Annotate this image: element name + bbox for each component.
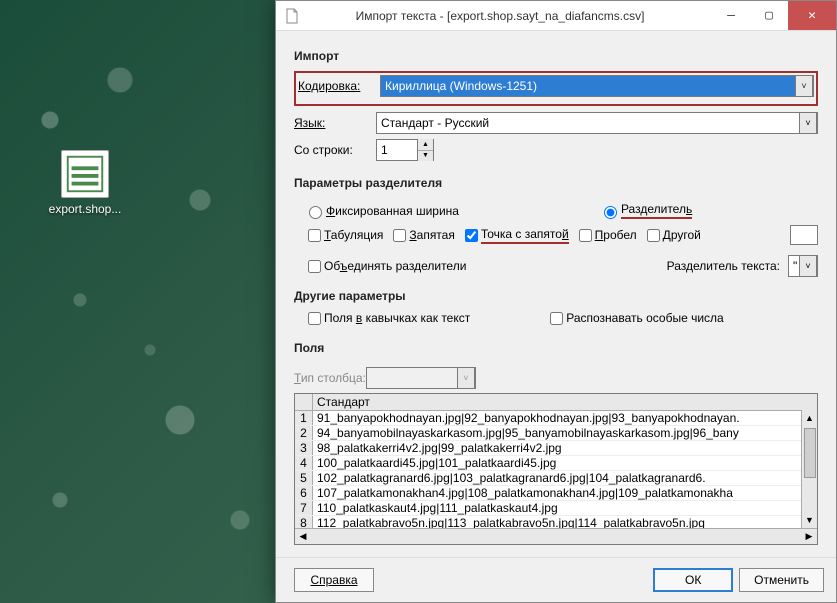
- scroll-thumb[interactable]: [804, 428, 816, 478]
- row-text: 107_palatkamonakhan4.jpg|108_palatkamona…: [313, 486, 737, 500]
- table-row[interactable]: 4100_palatkaardi45.jpg|101_palatkaardi45…: [295, 456, 817, 471]
- window-title: Импорт текста - [export.shop.sayt_na_dia…: [308, 9, 712, 23]
- scroll-down-icon[interactable]: ▼: [802, 512, 817, 528]
- close-button[interactable]: ✕: [788, 1, 836, 30]
- document-icon: [284, 8, 300, 24]
- fixed-width-radio[interactable]: Фиксированная ширина: [304, 203, 459, 219]
- column-header[interactable]: Стандарт: [313, 394, 817, 410]
- help-button[interactable]: Справка: [294, 568, 374, 592]
- line-number: 5: [295, 471, 313, 485]
- ok-button[interactable]: ОК: [653, 568, 733, 592]
- line-number: 7: [295, 501, 313, 515]
- row-text: 94_banyamobilnayaskarkasom.jpg|95_banyam…: [313, 426, 743, 440]
- line-number: 2: [295, 426, 313, 440]
- other-delimiter-input[interactable]: [790, 225, 818, 245]
- scroll-right-icon[interactable]: ▶: [801, 531, 817, 542]
- row-text: 98_palatkakerri4v2.jpg|99_palatkakerri4v…: [313, 441, 566, 455]
- separator-group-title: Параметры разделителя: [294, 176, 818, 190]
- space-checkbox[interactable]: Пробел: [579, 228, 637, 242]
- textsep-label: Разделитель текста:: [667, 259, 780, 273]
- desktop-file-label: export.shop...: [40, 202, 130, 216]
- language-select[interactable]: Стандарт - Русский ˅: [376, 112, 818, 134]
- table-row[interactable]: 398_palatkakerri4v2.jpg|99_palatkakerri4…: [295, 441, 817, 456]
- spinner-down-icon[interactable]: ▼: [418, 151, 433, 162]
- line-number: 6: [295, 486, 313, 500]
- horizontal-scrollbar[interactable]: ◀ ▶: [295, 528, 817, 544]
- encoding-highlight-box: Кодировка: Кириллица (Windows-1251) ˅: [294, 71, 818, 106]
- language-label: Язык:: [294, 116, 376, 130]
- table-row[interactable]: 191_banyapokhodnayan.jpg|92_banyapokhodn…: [295, 411, 817, 426]
- coltype-select: ˅: [366, 367, 476, 389]
- import-dialog: Импорт текста - [export.shop.sayt_na_dia…: [275, 0, 837, 603]
- semicolon-checkbox[interactable]: Точка с запятой: [465, 227, 569, 244]
- vertical-scrollbar[interactable]: ▲ ▼: [801, 410, 817, 528]
- preview-grid[interactable]: Стандарт 191_banyapokhodnayan.jpg|92_ban…: [294, 393, 818, 545]
- line-number: 1: [295, 411, 313, 425]
- other-group-title: Другие параметры: [294, 289, 818, 303]
- coltype-label: Тип столбца:: [294, 371, 366, 385]
- table-row[interactable]: 6107_palatkamonakhan4.jpg|108_palatkamon…: [295, 486, 817, 501]
- encoding-label: Кодировка:: [298, 79, 380, 93]
- cancel-button[interactable]: Отменить: [739, 568, 824, 592]
- fromrow-spinner[interactable]: 1 ▲ ▼: [376, 139, 434, 161]
- chevron-down-icon[interactable]: ˅: [799, 255, 817, 277]
- desktop-file-icon[interactable]: export.shop...: [40, 150, 130, 216]
- minimize-button[interactable]: –: [712, 1, 750, 30]
- comma-checkbox[interactable]: Запятая: [393, 228, 454, 242]
- scroll-left-icon[interactable]: ◀: [295, 531, 311, 542]
- fromrow-label: Со строки:: [294, 143, 376, 157]
- fields-group-title: Поля: [294, 341, 818, 355]
- spinner-up-icon[interactable]: ▲: [418, 139, 433, 151]
- merge-checkbox[interactable]: Объединять разделители: [308, 259, 466, 273]
- row-text: 100_palatkaardi45.jpg|101_palatkaardi45.…: [313, 456, 560, 470]
- other-checkbox[interactable]: Другой: [647, 228, 701, 242]
- chevron-down-icon: ˅: [457, 367, 475, 389]
- row-text: 110_palatkaskaut4.jpg|111_palatkaskaut4.…: [313, 501, 562, 515]
- maximize-button[interactable]: ▢: [750, 1, 788, 30]
- spreadsheet-file-icon: [61, 150, 109, 198]
- table-row[interactable]: 7110_palatkaskaut4.jpg|111_palatkaskaut4…: [295, 501, 817, 516]
- line-number: 4: [295, 456, 313, 470]
- special-checkbox[interactable]: Распознавать особые числа: [550, 311, 723, 325]
- row-text: 102_palatkagranard6.jpg|103_palatkagrana…: [313, 471, 710, 485]
- chevron-down-icon[interactable]: ˅: [795, 75, 813, 97]
- table-row[interactable]: 5102_palatkagranard6.jpg|103_palatkagran…: [295, 471, 817, 486]
- tab-checkbox[interactable]: Табуляция: [308, 228, 383, 242]
- line-number: 3: [295, 441, 313, 455]
- import-group-title: Импорт: [294, 49, 818, 63]
- encoding-select[interactable]: Кириллица (Windows-1251) ˅: [380, 75, 814, 97]
- scroll-up-icon[interactable]: ▲: [802, 410, 817, 426]
- textsep-select[interactable]: " ˅: [788, 255, 818, 277]
- delimiter-radio[interactable]: Разделитель: [599, 202, 692, 219]
- row-text: 91_banyapokhodnayan.jpg|92_banyapokhodna…: [313, 411, 744, 425]
- titlebar[interactable]: Импорт текста - [export.shop.sayt_na_dia…: [276, 1, 836, 31]
- table-row[interactable]: 294_banyamobilnayaskarkasom.jpg|95_banya…: [295, 426, 817, 441]
- quoted-checkbox[interactable]: Поля в кавычках как текст: [308, 311, 470, 325]
- chevron-down-icon[interactable]: ˅: [799, 112, 817, 134]
